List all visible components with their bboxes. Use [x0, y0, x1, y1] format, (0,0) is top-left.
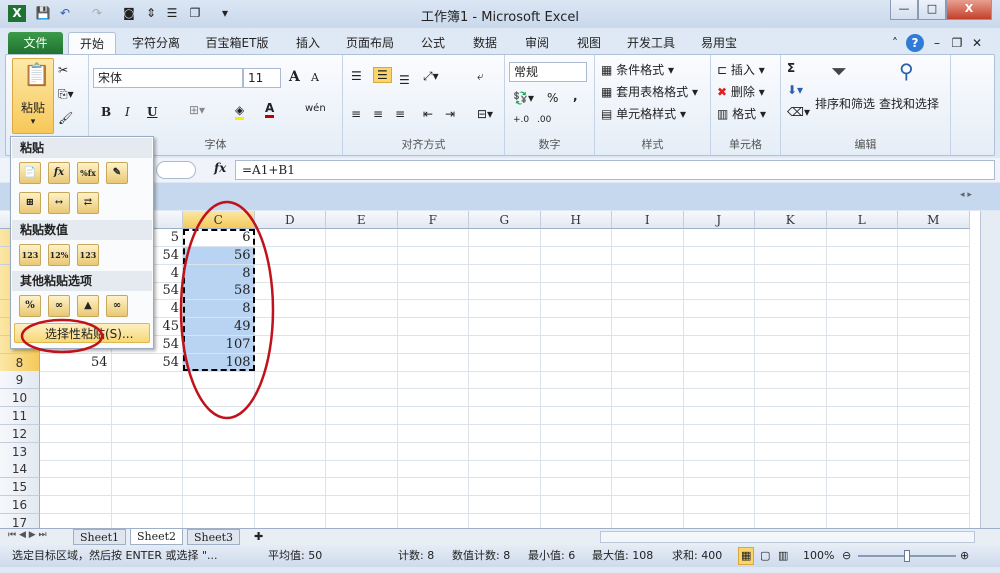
values-icon[interactable]: 123 [19, 244, 41, 266]
annotation-ellipse-column [179, 200, 275, 420]
paste-formulas-icon[interactable]: fx [48, 162, 70, 184]
paste-icon[interactable]: 📄 [19, 162, 41, 184]
transpose-icon[interactable]: ⇄ [77, 192, 99, 214]
keep-source-format-icon[interactable]: ✎ [106, 162, 128, 184]
status-sum: 求和: 400 [672, 549, 723, 562]
zoom-slider-thumb[interactable] [904, 550, 910, 562]
values-source-format-icon[interactable]: 123 [77, 244, 99, 266]
paste-link-icon[interactable]: ∞ [48, 295, 70, 317]
zoom-out-icon[interactable]: ⊖ [842, 545, 851, 567]
zoom-level[interactable]: 100% [803, 545, 834, 567]
zoom-in-icon[interactable]: ⊕ [960, 545, 969, 567]
paste-values-header: 粘贴数值 [12, 220, 152, 240]
sheet-tab-1[interactable]: Sheet1 [73, 529, 127, 545]
page-break-view-icon[interactable]: ▥ [778, 545, 788, 567]
other-paste-options-header: 其他粘贴选项 [12, 271, 152, 291]
paste-formulas-number-format-icon[interactable]: %fx [77, 162, 99, 184]
keep-column-widths-icon[interactable]: ↔ [48, 192, 70, 214]
status-max: 最大值: 108 [592, 549, 654, 562]
status-numeric-count: 数值计数: 8 [452, 549, 511, 562]
no-borders-icon[interactable]: ⊞ [19, 192, 41, 214]
sheet-tab-2[interactable]: Sheet2 [130, 529, 184, 545]
status-count: 计数: 8 [398, 549, 435, 562]
status-average: 平均值: 50 [268, 549, 323, 562]
paste-section-header: 粘贴 [12, 138, 152, 158]
paste-options-menu: 粘贴 📄 fx %fx ✎ ⊞ ↔ ⇄ 粘贴数值 123 12% 123 其他粘… [10, 136, 154, 349]
sheet-tab-3[interactable]: Sheet3 [187, 529, 241, 545]
paste-special-menu-item[interactable]: 选择性粘贴(S)... [14, 323, 150, 343]
normal-view-icon[interactable]: ▦ [738, 547, 755, 565]
sheet-tab-bar: ⏮ ◀ ▶ ⏭ Sheet1 Sheet2 Sheet3 ✚ [0, 528, 1000, 545]
page-layout-view-icon[interactable]: ▢ [760, 545, 770, 567]
status-min: 最小值: 6 [528, 549, 576, 562]
linked-picture-icon[interactable]: ∞ [106, 295, 128, 317]
sheet-nav-icons[interactable]: ⏮ ◀ ▶ ⏭ [8, 530, 47, 540]
status-message: 选定目标区域，然后按 ENTER 或选择 "... [12, 549, 218, 562]
status-bar: 选定目标区域，然后按 ENTER 或选择 "... 平均值: 50 计数: 8 … [0, 545, 1000, 567]
insert-sheet-icon[interactable]: ✚ [248, 529, 269, 545]
horizontal-scrollbar[interactable] [600, 531, 975, 543]
values-number-format-icon[interactable]: 12% [48, 244, 70, 266]
picture-icon[interactable]: ▲ [77, 295, 99, 317]
formatting-icon[interactable]: % [19, 295, 41, 317]
